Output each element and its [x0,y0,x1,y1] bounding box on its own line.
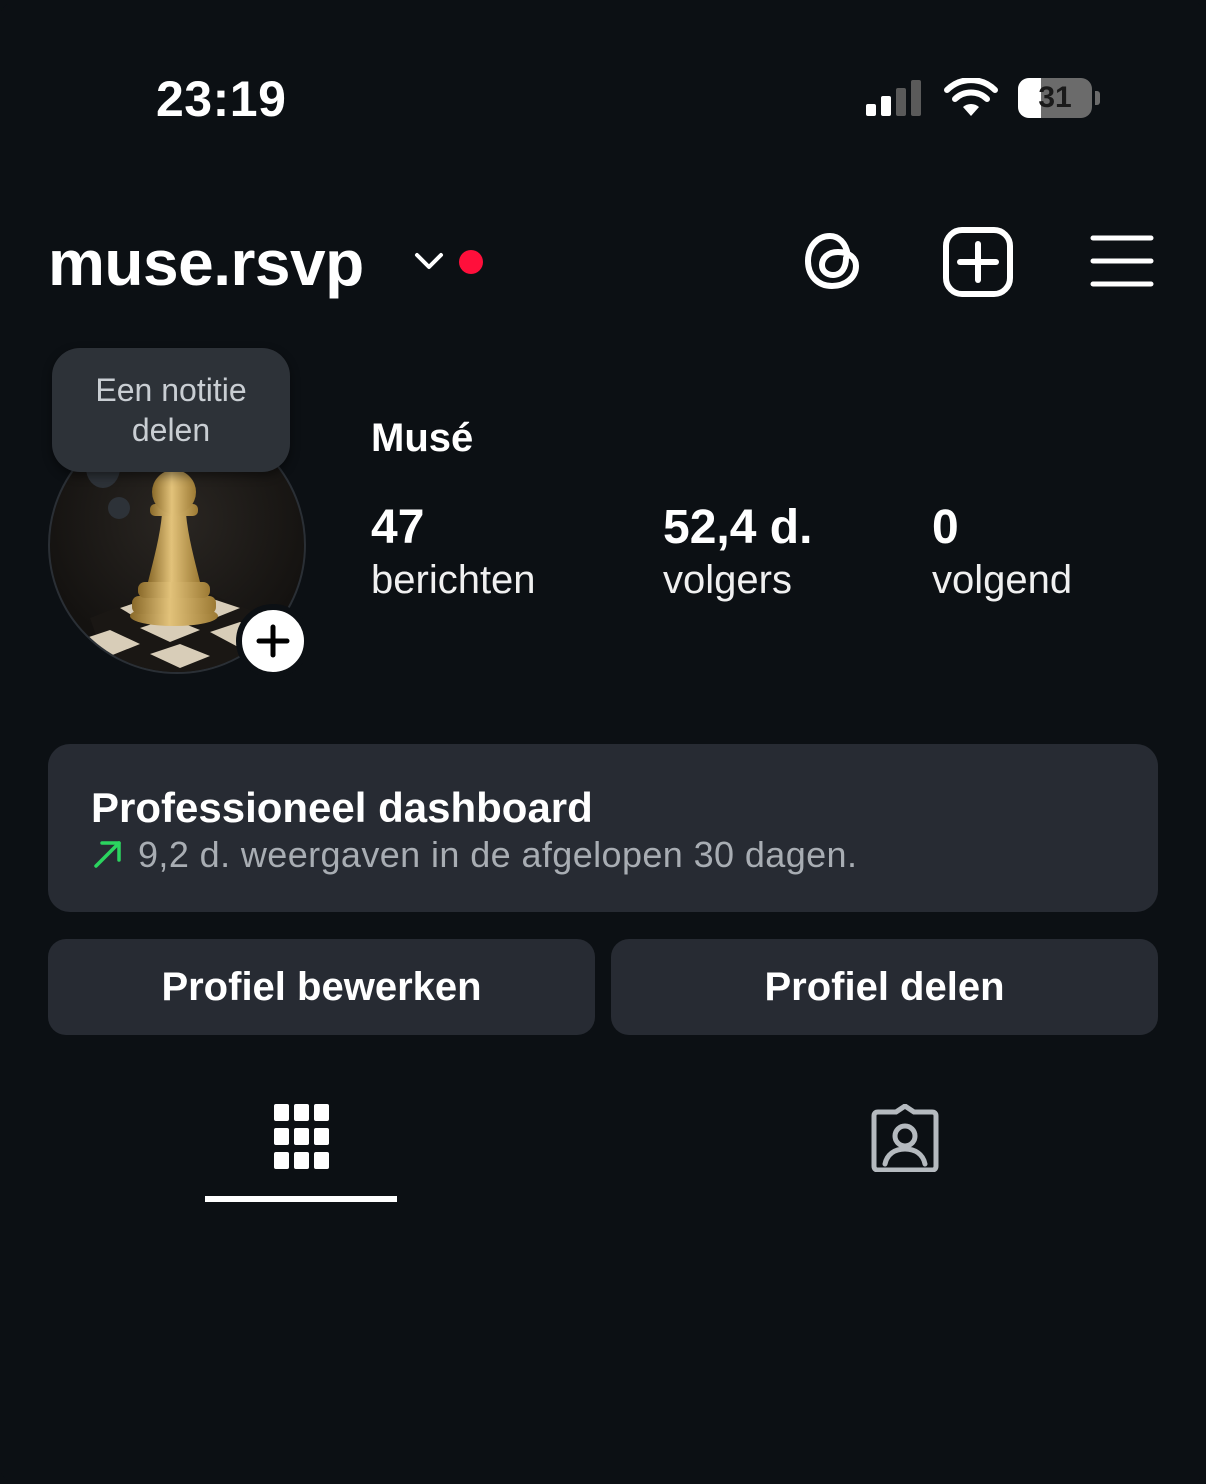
posts-count[interactable]: 47 [371,500,424,555]
status-time: 23:19 [156,71,287,127]
create-icon[interactable] [942,226,1014,298]
battery-percent: 31 [1038,81,1072,114]
notification-dot [459,250,483,274]
battery-body: 31 [1018,78,1092,118]
wifi-icon [944,78,998,116]
trend-up-arrow-icon [94,841,121,868]
cellular-signal-icon [866,80,921,116]
username-switcher[interactable]: muse.rsvp [48,226,364,300]
tagged-icon[interactable] [870,1104,940,1172]
active-tab-indicator [205,1196,397,1202]
menu-icon[interactable] [1090,234,1154,288]
note-bubble-tail-small [108,497,130,519]
followers-count[interactable]: 52,4 d. [663,500,812,555]
following-label[interactable]: volgend [932,558,1072,603]
edit-profile-button[interactable]: Profiel bewerken [48,939,595,1035]
grid-icon[interactable] [274,1104,330,1172]
profile-screen: 23:19 31 muse.rsvp Een notitie delen Mus… [0,0,1206,1484]
posts-label[interactable]: berichten [371,558,536,603]
dashboard-subtitle: 9,2 d. weergaven in de afgelopen 30 dage… [138,834,858,875]
plus-icon [256,624,290,658]
display-name: Musé [371,416,474,460]
note-text: Een notitie delen [95,372,247,448]
dashboard-title: Professioneel dashboard [91,784,593,831]
battery-tip [1095,91,1100,105]
followers-label[interactable]: volgers [663,558,792,603]
share-profile-button[interactable]: Profiel delen [611,939,1158,1035]
professional-dashboard-card[interactable]: Professioneel dashboard 9,2 d. weergaven… [48,744,1158,912]
battery-icon: 31 [1018,78,1102,118]
following-count[interactable]: 0 [932,500,959,555]
chevron-down-icon[interactable] [414,250,444,272]
threads-icon[interactable] [800,226,866,296]
add-story-button[interactable] [236,604,310,678]
note-bubble[interactable]: Een notitie delen [52,348,290,472]
